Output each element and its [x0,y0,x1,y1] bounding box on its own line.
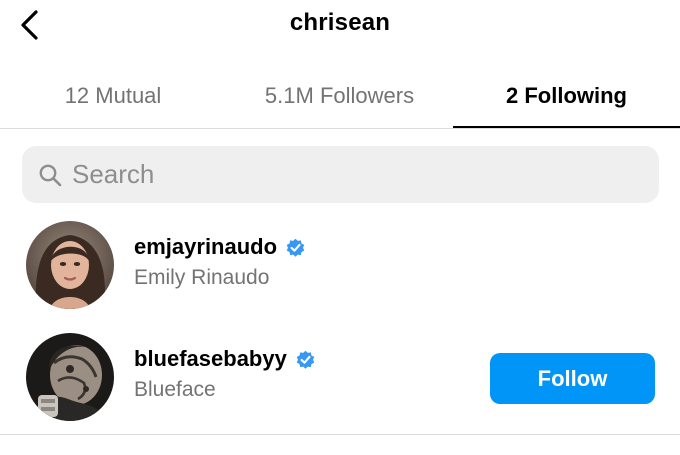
verified-badge-icon [296,350,315,369]
following-screen: chrisean 12 Mutual 5.1M Followers 2 Foll… [0,0,680,455]
username-line: emjayrinaudo [134,232,306,262]
avatar[interactable] [26,333,114,421]
divider [0,434,680,435]
user-text: bluefasebabyy Blueface [134,344,316,402]
follow-button[interactable]: Follow [490,353,655,404]
page-title: chrisean [289,9,391,36]
username[interactable]: bluefasebabyy [134,346,287,372]
list-item[interactable]: emjayrinaudo Emily Rinaudo [0,210,680,320]
list-item[interactable]: bluefasebabyy Blueface Follow [0,322,680,432]
tab-divider [0,128,680,129]
avatar[interactable] [26,221,114,309]
tab-following[interactable]: 2 Following [453,64,680,128]
username[interactable]: emjayrinaudo [134,234,277,260]
tab-bar: 12 Mutual 5.1M Followers 2 Following [0,64,680,128]
avatar-image [26,221,114,309]
user-text: emjayrinaudo Emily Rinaudo [134,232,306,290]
tab-followers[interactable]: 5.1M Followers [226,64,453,128]
tab-mutual[interactable]: 12 Mutual [0,64,226,128]
search-icon [39,164,62,187]
full-name: Emily Rinaudo [134,266,270,289]
full-name: Blueface [134,378,216,401]
username-line: bluefasebabyy [134,344,316,374]
header: chrisean [0,0,680,50]
verified-badge-icon [286,238,305,257]
search-input[interactable] [72,146,632,203]
avatar-image [26,333,114,421]
search-bar[interactable] [22,146,659,203]
